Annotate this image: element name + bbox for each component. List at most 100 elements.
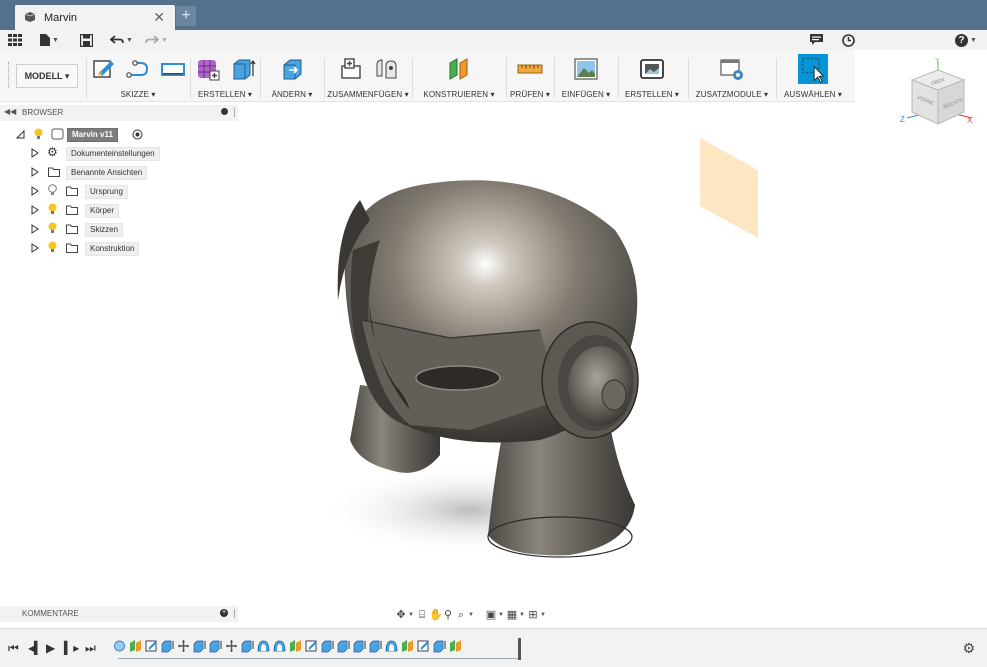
display-settings-icon[interactable]: ▣ [485, 608, 497, 622]
rectangle-icon[interactable] [160, 56, 186, 82]
construction-plane[interactable] [700, 138, 758, 238]
look-at-icon[interactable]: ⌸ [416, 608, 428, 622]
collapsed-arrow-icon[interactable] [31, 167, 39, 177]
new-component-icon[interactable] [338, 56, 364, 82]
chat-icon[interactable] [810, 32, 823, 48]
plane-feature-icon[interactable] [289, 639, 302, 653]
move-feature-icon[interactable] [177, 639, 190, 653]
tree-label[interactable]: Ursprung [85, 185, 128, 199]
shell-feature-icon[interactable] [273, 639, 286, 653]
lightbulb-icon[interactable] [48, 203, 57, 215]
lightbulb-icon[interactable] [48, 222, 57, 234]
extrude-feature-icon[interactable] [353, 639, 366, 653]
ribbon-group-erstellen[interactable]: ERSTELLEN ▾ [192, 54, 258, 100]
step-forward-icon[interactable]: ▍▸ [64, 641, 79, 655]
ribbon-group-einfuegen[interactable]: EINFÜGEN ▾ [556, 54, 616, 100]
expanded-arrow-icon[interactable] [16, 130, 25, 139]
collapsed-arrow-icon[interactable] [31, 148, 39, 158]
collapsed-arrow-icon[interactable] [31, 224, 39, 234]
redo-button[interactable]: ▼ [145, 32, 168, 48]
fit-caret[interactable]: ▼ [468, 612, 475, 618]
sketch-feature-icon[interactable] [145, 639, 158, 653]
orbit-icon[interactable]: ✥ [395, 608, 407, 622]
collapsed-arrow-icon[interactable] [31, 186, 39, 196]
form-icon[interactable] [195, 56, 221, 82]
tree-label-root[interactable]: Marvin v11 [67, 128, 118, 142]
pan-icon[interactable]: ✋ [429, 608, 443, 622]
joint-icon[interactable] [373, 56, 399, 82]
fit-icon[interactable]: ⌕ [455, 608, 467, 622]
close-tab-icon[interactable]: ✕ [153, 9, 165, 26]
extrude-feature-icon[interactable] [369, 639, 382, 653]
tree-label[interactable]: Körper [85, 204, 120, 218]
ribbon-group-skizze[interactable]: SKIZZE ▾ [88, 54, 188, 100]
sketch-feature-icon[interactable] [417, 639, 430, 653]
sketch-icon[interactable] [90, 56, 116, 82]
lightbulb-off-icon[interactable] [48, 184, 57, 196]
grid-caret[interactable]: ▼ [519, 612, 526, 618]
viewports-caret[interactable]: ▼ [540, 612, 547, 618]
comments-panel-header[interactable]: KOMMENTARE + [0, 606, 238, 622]
arc-icon[interactable] [125, 56, 151, 82]
undo-button[interactable]: ▼ [110, 32, 133, 48]
ribbon-group-pruefen[interactable]: PRÜFEN ▾ [508, 54, 552, 100]
step-back-icon[interactable]: ◂▍ [28, 641, 43, 655]
viewports-icon[interactable]: ⊞ [527, 608, 539, 622]
move-feature-icon[interactable] [225, 639, 238, 653]
shell-feature-icon[interactable] [257, 639, 270, 653]
ribbon-group-aendern[interactable]: ÄNDERN ▾ [262, 54, 322, 100]
browser-panel-header[interactable]: ◀◀ BROWSER [0, 105, 238, 121]
collapsed-arrow-icon[interactable] [31, 243, 39, 253]
ribbon-group-zusatzmodule[interactable]: ZUSATZMODULE ▾ [690, 54, 774, 100]
plane-feature-icon[interactable] [449, 639, 462, 653]
radio-active-icon[interactable] [132, 129, 143, 140]
panel-grip[interactable] [234, 609, 235, 618]
view-cube[interactable]: Y X Z OBEN VORNE RECHTS [898, 58, 980, 134]
go-to-start-icon[interactable]: ⏮ [8, 641, 19, 656]
scripts-icon[interactable] [719, 56, 745, 82]
orbit-caret[interactable]: ▼ [408, 612, 415, 618]
grid-icon[interactable] [8, 32, 22, 48]
extrude-feature-icon[interactable] [193, 639, 206, 653]
save-icon[interactable] [80, 32, 93, 48]
tree-label[interactable]: Dokumenteinstellungen [66, 147, 160, 161]
lightbulb-icon[interactable] [34, 128, 43, 140]
plane-feature-icon[interactable] [401, 639, 414, 653]
document-tab[interactable]: Marvin ✕ [15, 5, 175, 30]
extrude-feature-icon[interactable] [161, 639, 174, 653]
extrude-feature-icon[interactable] [433, 639, 446, 653]
plane-feature-icon[interactable] [129, 639, 142, 653]
ribbon-group-erstellen-render[interactable]: ERSTELLEN ▾ [620, 54, 684, 100]
grid-settings-icon[interactable]: ▦ [506, 608, 518, 622]
timeline-marker[interactable] [518, 638, 521, 660]
play-icon[interactable]: ▶ [46, 641, 55, 655]
origin-feature-icon[interactable] [113, 639, 126, 653]
clock-icon[interactable] [842, 32, 855, 48]
go-to-end-icon[interactable]: ⏭ [85, 641, 96, 656]
tree-label[interactable]: Konstruktion [85, 242, 140, 256]
sketch-feature-icon[interactable] [305, 639, 318, 653]
select-icon[interactable] [798, 54, 828, 84]
settings-gear-icon[interactable]: ⚙ [962, 640, 975, 657]
tree-label[interactable]: Benannte Ansichten [66, 166, 148, 180]
panel-grip[interactable] [234, 108, 235, 117]
extrude-feature-icon[interactable] [321, 639, 334, 653]
extrude-feature-icon[interactable] [241, 639, 254, 653]
collapsed-arrow-icon[interactable] [31, 205, 39, 215]
extrude-feature-icon[interactable] [209, 639, 222, 653]
file-menu-button[interactable]: ▼ [40, 32, 59, 48]
ribbon-group-konstruieren[interactable]: KONSTRUIEREN ▾ [414, 54, 504, 100]
extrude-feature-icon[interactable] [337, 639, 350, 653]
offset-plane-icon[interactable] [446, 56, 472, 82]
collapse-browser-icon[interactable]: ◀◀ [4, 107, 16, 116]
ribbon-group-auswaehlen[interactable]: AUSWÄHLEN ▾ [778, 54, 848, 100]
new-tab-button[interactable]: + [176, 6, 196, 26]
display-caret[interactable]: ▼ [498, 612, 505, 618]
render-icon[interactable] [639, 56, 665, 82]
measure-icon[interactable] [517, 56, 543, 82]
add-comment-icon[interactable]: + [220, 609, 228, 617]
lightbulb-icon[interactable] [48, 241, 57, 253]
shell-feature-icon[interactable] [385, 639, 398, 653]
press-pull-icon[interactable] [279, 56, 305, 82]
ribbon-group-zusammenfuegen[interactable]: ZUSAMMENFÜGEN ▾ [326, 54, 410, 100]
